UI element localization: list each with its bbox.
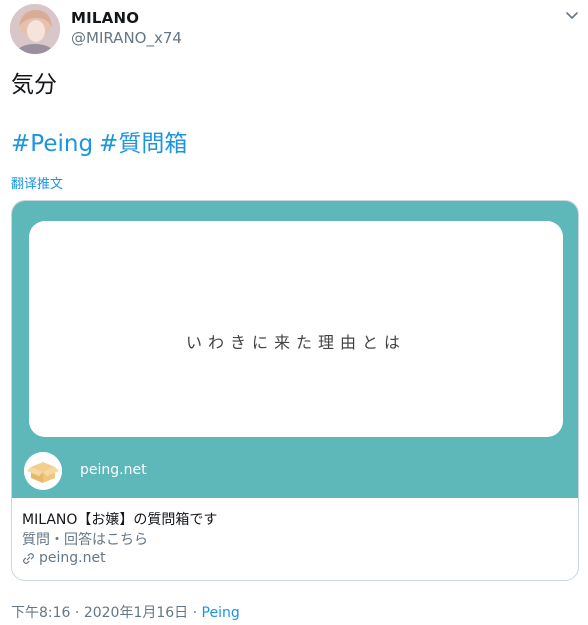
card-image[interactable]: いわきに来た理由とは peing.net <box>12 201 578 498</box>
peing-box-logo <box>24 452 62 490</box>
card-image-domain: peing.net <box>80 462 147 478</box>
tweet-footer: 下午8:16 · 2020年1月16日 · Peing <box>11 602 240 622</box>
chevron-down-icon[interactable] <box>562 6 582 26</box>
card-title: MILANO【お嬢】の質問箱です <box>22 512 218 528</box>
card-question-text: いわきに来た理由とは <box>185 333 406 352</box>
tweet-date[interactable]: 2020年1月16日 <box>84 605 188 621</box>
card-description: 質問・回答はこちら <box>22 532 148 548</box>
card-link-text: peing.net <box>39 550 106 566</box>
hashtag-link[interactable]: #質問箱 <box>99 131 187 157</box>
card-meta: MILANO【お嬢】の質問箱です 質問・回答はこちら peing.net <box>12 498 578 580</box>
footer-separator: · <box>70 605 84 621</box>
tweet-text: 気分 <box>11 72 57 98</box>
link-icon <box>23 552 34 564</box>
footer-separator: · <box>188 605 202 621</box>
hashtag-link[interactable]: #Peing <box>11 131 93 157</box>
translate-tweet-link[interactable]: 翻译推文 <box>11 173 63 192</box>
display-name[interactable]: MILANO <box>71 9 139 27</box>
link-card[interactable]: いわきに来た理由とは peing.net MILANO【お嬢】の質問箱です 質問… <box>11 200 579 581</box>
user-handle[interactable]: @MIRANO_x74 <box>71 29 182 47</box>
card-link[interactable]: peing.net <box>22 550 106 566</box>
tweet-time[interactable]: 下午8:16 <box>11 605 70 621</box>
card-question-panel: いわきに来た理由とは <box>29 221 563 437</box>
tweet: MILANO @MIRANO_x74 気分 #Peing #質問箱 翻译推文 いわ… <box>0 0 588 625</box>
hashtags: #Peing #質問箱 <box>11 124 193 158</box>
avatar[interactable] <box>10 4 60 54</box>
tweet-source[interactable]: Peing <box>202 605 240 621</box>
